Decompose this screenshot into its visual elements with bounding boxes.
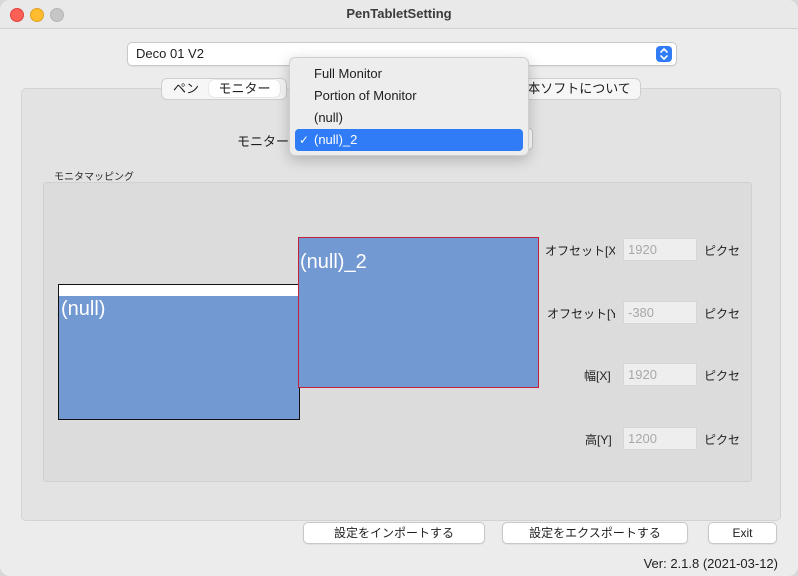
menu-item-null-2[interactable]: ✓ (null)_2 (295, 129, 523, 151)
width-label: 幅[X] (584, 369, 611, 383)
monitor-dropdown-menu: Full Monitor Portion of Monitor (null) ✓… (289, 57, 529, 156)
checkmark-icon: ✓ (299, 133, 310, 147)
height-label: 高[Y] (585, 433, 612, 447)
version-label: Ver: 2.1.8 (2021-03-12) (643, 556, 778, 571)
menu-item-label: (null)_2 (314, 132, 358, 147)
tab-about[interactable]: 本ソフトについて (523, 80, 635, 97)
tab-monitor[interactable]: モニター (209, 80, 280, 97)
app-window: PenTabletSetting Deco 01 V2 ペン モニター 本ソフト… (0, 0, 798, 576)
export-settings-button[interactable]: 設定をエクスポートする (502, 522, 688, 544)
monitor-rect-null-2[interactable]: (null)_2 (298, 237, 539, 388)
monitor-rect-label: (null)_2 (300, 251, 367, 273)
offset-y-value: -380 (628, 305, 655, 320)
window-title: PenTabletSetting (346, 6, 452, 21)
updown-chevron-icon[interactable] (656, 46, 672, 62)
monitor-rect-null[interactable]: (null) (58, 284, 300, 420)
menu-item-full-monitor[interactable]: Full Monitor (295, 63, 523, 85)
import-settings-button[interactable]: 設定をインポートする (303, 522, 485, 544)
height-unit: ピクセ (704, 433, 741, 447)
menu-item-label: (null) (314, 110, 343, 125)
offset-y-label: オフセット[Y (547, 307, 615, 321)
offset-y-field[interactable]: -380 (623, 301, 697, 324)
offset-y-unit: ピクセ (704, 307, 741, 321)
monitor-rect-label: (null) (61, 298, 106, 320)
height-value: 1200 (628, 431, 657, 446)
width-unit: ピクセ (704, 369, 741, 383)
device-select-value: Deco 01 V2 (136, 46, 204, 61)
mapping-group-label: モニタマッピング (54, 172, 134, 183)
menu-item-null[interactable]: (null) (295, 107, 523, 129)
offset-x-unit: ピクセ (704, 244, 741, 258)
width-value: 1920 (628, 367, 657, 382)
width-field[interactable]: 1920 (623, 363, 697, 386)
offset-x-value: 1920 (628, 242, 657, 257)
height-field[interactable]: 1200 (623, 427, 697, 450)
exit-button[interactable]: Exit (708, 522, 777, 544)
title-bar: PenTabletSetting (0, 0, 798, 29)
menu-item-label: Portion of Monitor (314, 88, 417, 103)
tab-bar-left: ペン モニター (161, 78, 287, 100)
tab-bar-right: 本ソフトについて (520, 78, 641, 100)
menu-item-label: Full Monitor (314, 66, 382, 81)
offset-x-label: オフセット[X (545, 244, 615, 258)
tab-pen[interactable]: ペン (166, 80, 206, 97)
monitor-label: モニター (237, 134, 290, 149)
menu-item-portion-of-monitor[interactable]: Portion of Monitor (295, 85, 523, 107)
offset-x-field[interactable]: 1920 (623, 238, 697, 261)
